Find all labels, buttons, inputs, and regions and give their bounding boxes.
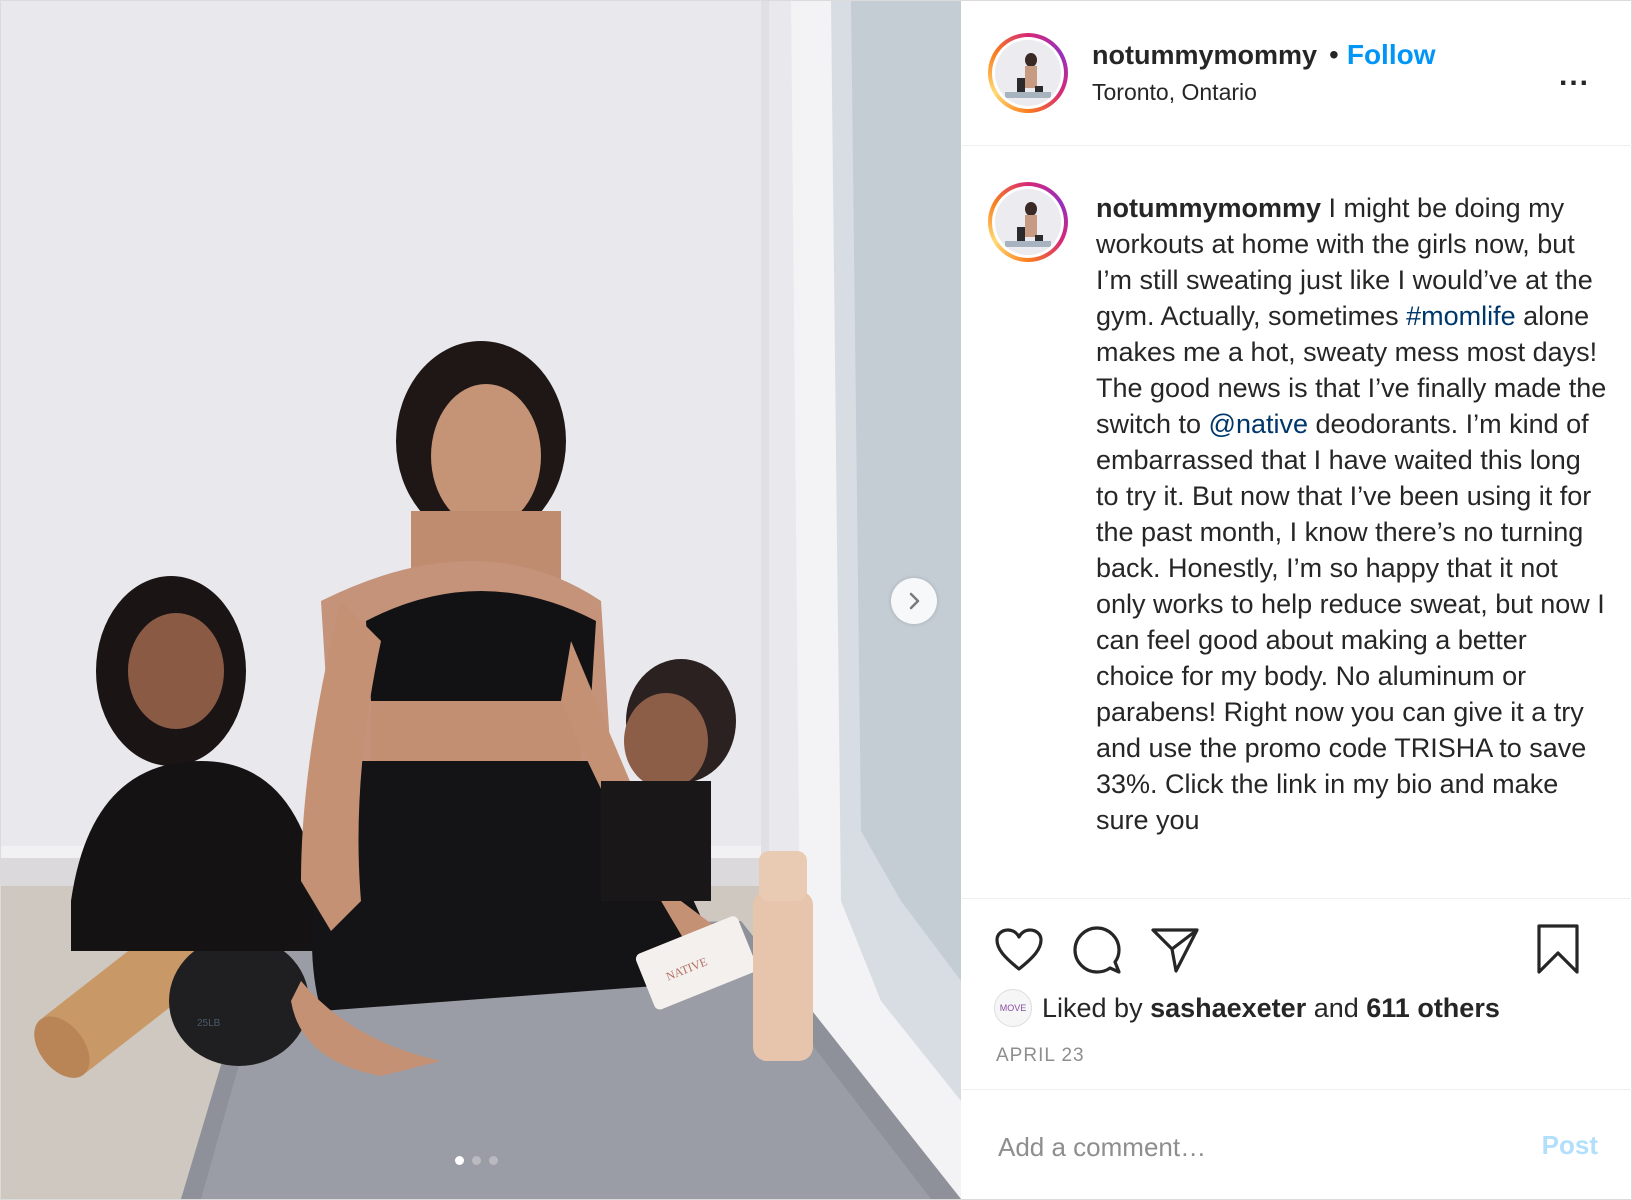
post-location[interactable]: Toronto, Ontario <box>1092 79 1257 106</box>
post-date[interactable]: APRIL 23 <box>996 1045 1085 1067</box>
comment-icon[interactable] <box>1072 925 1122 975</box>
likes-row: MOVE Liked by sashaexeter and 611 others <box>994 989 1500 1027</box>
mention-link[interactable]: @native <box>1209 409 1308 439</box>
carousel-indicator <box>455 1156 498 1165</box>
liker-username[interactable]: sashaexeter <box>1150 993 1306 1023</box>
post-caption: notummymommy I might be doing my workout… <box>1096 190 1608 838</box>
more-options-icon[interactable]: ... <box>1559 59 1590 93</box>
photo-scene: NATIVE 25LB <box>1 1 961 1199</box>
post-dialog: NATIVE 25LB notummymommy • Follow Toront… <box>0 0 1632 1200</box>
heart-icon[interactable] <box>994 927 1044 973</box>
avatar-photo <box>995 40 1061 106</box>
likes-count[interactable]: 611 others <box>1366 993 1500 1023</box>
bookmark-icon[interactable] <box>1536 923 1580 975</box>
post-side-panel: notummymommy • Follow Toronto, Ontario .… <box>962 1 1632 1199</box>
chevron-right-icon <box>909 592 920 610</box>
carousel-dot[interactable] <box>455 1156 464 1165</box>
post-header: notummymommy • Follow Toronto, Ontario .… <box>962 1 1632 146</box>
post-photo[interactable]: NATIVE 25LB <box>1 1 961 1199</box>
separator-dot: • <box>1329 39 1339 70</box>
hashtag-link[interactable]: #momlife <box>1406 301 1516 331</box>
post-actions: MOVE Liked by sashaexeter and 611 others… <box>962 898 1632 1089</box>
caption-text: deodorants. I’m kind of embarrassed that… <box>1096 409 1605 835</box>
carousel-next-button[interactable] <box>891 578 937 624</box>
carousel-dot[interactable] <box>472 1156 481 1165</box>
kettlebell-label: 25LB <box>197 1018 221 1029</box>
follow-button[interactable]: Follow <box>1347 39 1436 71</box>
liker-avatar[interactable]: MOVE <box>994 989 1032 1027</box>
likes-prefix: Liked by <box>1042 992 1151 1023</box>
share-icon[interactable] <box>1150 925 1200 975</box>
carousel-dot[interactable] <box>489 1156 498 1165</box>
likes-text[interactable]: Liked by sashaexeter and 611 others <box>1042 993 1500 1024</box>
author-avatar[interactable] <box>988 33 1068 113</box>
comment-bar: Post <box>962 1089 1632 1200</box>
comment-input[interactable] <box>996 1126 1480 1168</box>
avatar-photo <box>995 189 1061 255</box>
caption-username[interactable]: notummymommy <box>1096 193 1321 223</box>
caption-area: notummymommy I might be doing my workout… <box>962 146 1632 898</box>
caption-avatar[interactable] <box>988 182 1068 262</box>
likes-middle: and <box>1306 992 1367 1023</box>
author-username[interactable]: notummymommy <box>1092 40 1317 71</box>
post-comment-button[interactable]: Post <box>1542 1130 1598 1161</box>
